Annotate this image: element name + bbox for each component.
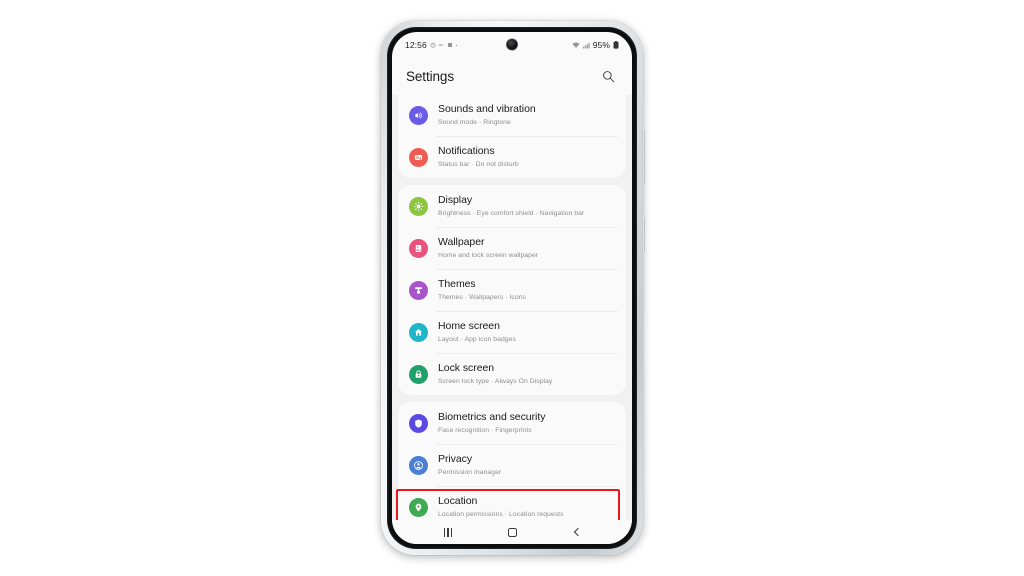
battery-icon — [613, 41, 619, 49]
settings-row[interactable]: Biometrics and security Face recognition … — [398, 402, 626, 444]
settings-row-title: Notifications — [438, 144, 495, 157]
settings-row-title: Wallpaper — [438, 235, 485, 248]
alarm-icon — [430, 42, 436, 48]
settings-row-title: Home screen — [438, 319, 500, 332]
settings-row-subtitle: Layout · App icon badges — [438, 335, 516, 343]
power-button[interactable] — [642, 217, 645, 253]
settings-row[interactable]: Wallpaper Home and lock screen wallpaper — [398, 227, 626, 269]
recents-button[interactable] — [437, 523, 459, 541]
sound-icon — [409, 105, 428, 125]
settings-row-text: Home screen Layout · App icon badges — [438, 320, 516, 344]
settings-row-text: Display Brightness · Eye comfort shield ·… — [438, 194, 584, 218]
settings-row-text: Wallpaper Home and lock screen wallpaper — [438, 236, 538, 260]
page-title: Settings — [406, 68, 454, 84]
wifi-icon — [572, 42, 580, 48]
settings-row-title: Sounds and vibration — [438, 102, 536, 115]
wallpaper-icon — [409, 238, 428, 258]
settings-card-security-privacy: Biometrics and security Face recognition … — [398, 402, 626, 520]
settings-row-title: Lock screen — [438, 361, 495, 374]
settings-card-display-personalization: Display Brightness · Eye comfort shield ·… — [398, 185, 626, 395]
settings-row-subtitle: Location permissions · Location requests — [438, 510, 564, 518]
settings-row-subtitle: Themes · Wallpapers · Icons — [438, 293, 526, 301]
status-bar-right: 95% — [572, 40, 619, 50]
settings-row-text: Biometrics and security Face recognition … — [438, 411, 545, 435]
app-header: Settings — [392, 58, 632, 94]
lock-icon — [409, 364, 428, 384]
settings-row-text: Privacy Permission manager — [438, 453, 501, 477]
settings-row-title: Display — [438, 193, 473, 206]
settings-row-text: Sounds and vibration Sound mode · Rington… — [438, 103, 536, 127]
phone-screen: 12:56 95% Settings Sounds and vibration … — [392, 32, 632, 544]
settings-row[interactable]: Lock screen Screen lock type · Always On … — [398, 353, 626, 395]
settings-row-subtitle: Brightness · Eye comfort shield · Naviga… — [438, 209, 585, 217]
search-icon[interactable] — [598, 66, 618, 86]
settings-row-text: Location Location permissions · Location … — [438, 495, 564, 519]
settings-row-text: Lock screen Screen lock type · Always On … — [438, 362, 552, 386]
dnd-icon — [447, 42, 452, 48]
settings-row-text: Notifications Status bar · Do not disturb — [438, 145, 519, 169]
settings-row-title: Themes — [438, 277, 476, 290]
settings-row-text: Themes Themes · Wallpapers · Icons — [438, 278, 526, 302]
screenshot-canvas: 12:56 95% Settings Sounds and vibration … — [0, 0, 1024, 576]
battery-percentage: 95% — [592, 40, 610, 50]
settings-row-title: Biometrics and security — [438, 410, 546, 423]
mute-icon — [439, 43, 444, 47]
settings-row[interactable]: Sounds and vibration Sound mode · Rington… — [398, 94, 626, 136]
status-bar: 12:56 95% — [392, 32, 632, 58]
settings-row[interactable]: Privacy Permission manager — [398, 444, 626, 486]
settings-row-subtitle: Sound mode · Ringtone — [438, 118, 511, 126]
front-camera-punch-hole — [506, 39, 518, 50]
settings-row[interactable]: Home screen Layout · App icon badges — [398, 311, 626, 353]
navigation-bar — [392, 520, 632, 544]
status-clock: 12:56 — [405, 40, 427, 50]
notification-icon — [409, 147, 428, 167]
phone-device-frame: 12:56 95% Settings Sounds and vibration … — [381, 21, 645, 555]
dot-icon — [456, 44, 458, 46]
settings-row-subtitle: Home and lock screen wallpaper — [438, 251, 539, 259]
settings-row-subtitle: Face recognition · Fingerprints — [438, 426, 532, 434]
settings-row[interactable]: Themes Themes · Wallpapers · Icons — [398, 269, 626, 311]
home-button[interactable] — [501, 523, 523, 541]
signal-icon — [582, 42, 590, 48]
settings-list[interactable]: Sounds and vibration Sound mode · Rington… — [392, 94, 632, 520]
phone-bezel: 12:56 95% Settings Sounds and vibration … — [387, 27, 637, 549]
status-bar-left: 12:56 — [405, 40, 458, 50]
settings-row-subtitle: Status bar · Do not disturb — [438, 160, 519, 168]
settings-row[interactable]: Display Brightness · Eye comfort shield ·… — [398, 185, 626, 227]
home-icon — [409, 322, 428, 342]
location-icon — [409, 497, 428, 517]
status-bar-icons — [430, 42, 459, 48]
brightness-icon — [409, 196, 428, 216]
themes-icon — [409, 280, 428, 300]
settings-row-subtitle: Screen lock type · Always On Display — [438, 377, 553, 385]
volume-button[interactable] — [642, 129, 645, 185]
settings-card-sound-notifications: Sounds and vibration Sound mode · Rington… — [398, 94, 626, 178]
settings-row[interactable]: Location Location permissions · Location … — [398, 486, 626, 520]
settings-row[interactable]: Notifications Status bar · Do not disturb — [398, 136, 626, 178]
back-button[interactable] — [565, 523, 587, 541]
settings-row-title: Location — [438, 494, 478, 507]
settings-row-title: Privacy — [438, 452, 473, 465]
shield-icon — [409, 413, 428, 433]
settings-row-subtitle: Permission manager — [438, 468, 502, 476]
privacy-icon — [409, 455, 428, 475]
